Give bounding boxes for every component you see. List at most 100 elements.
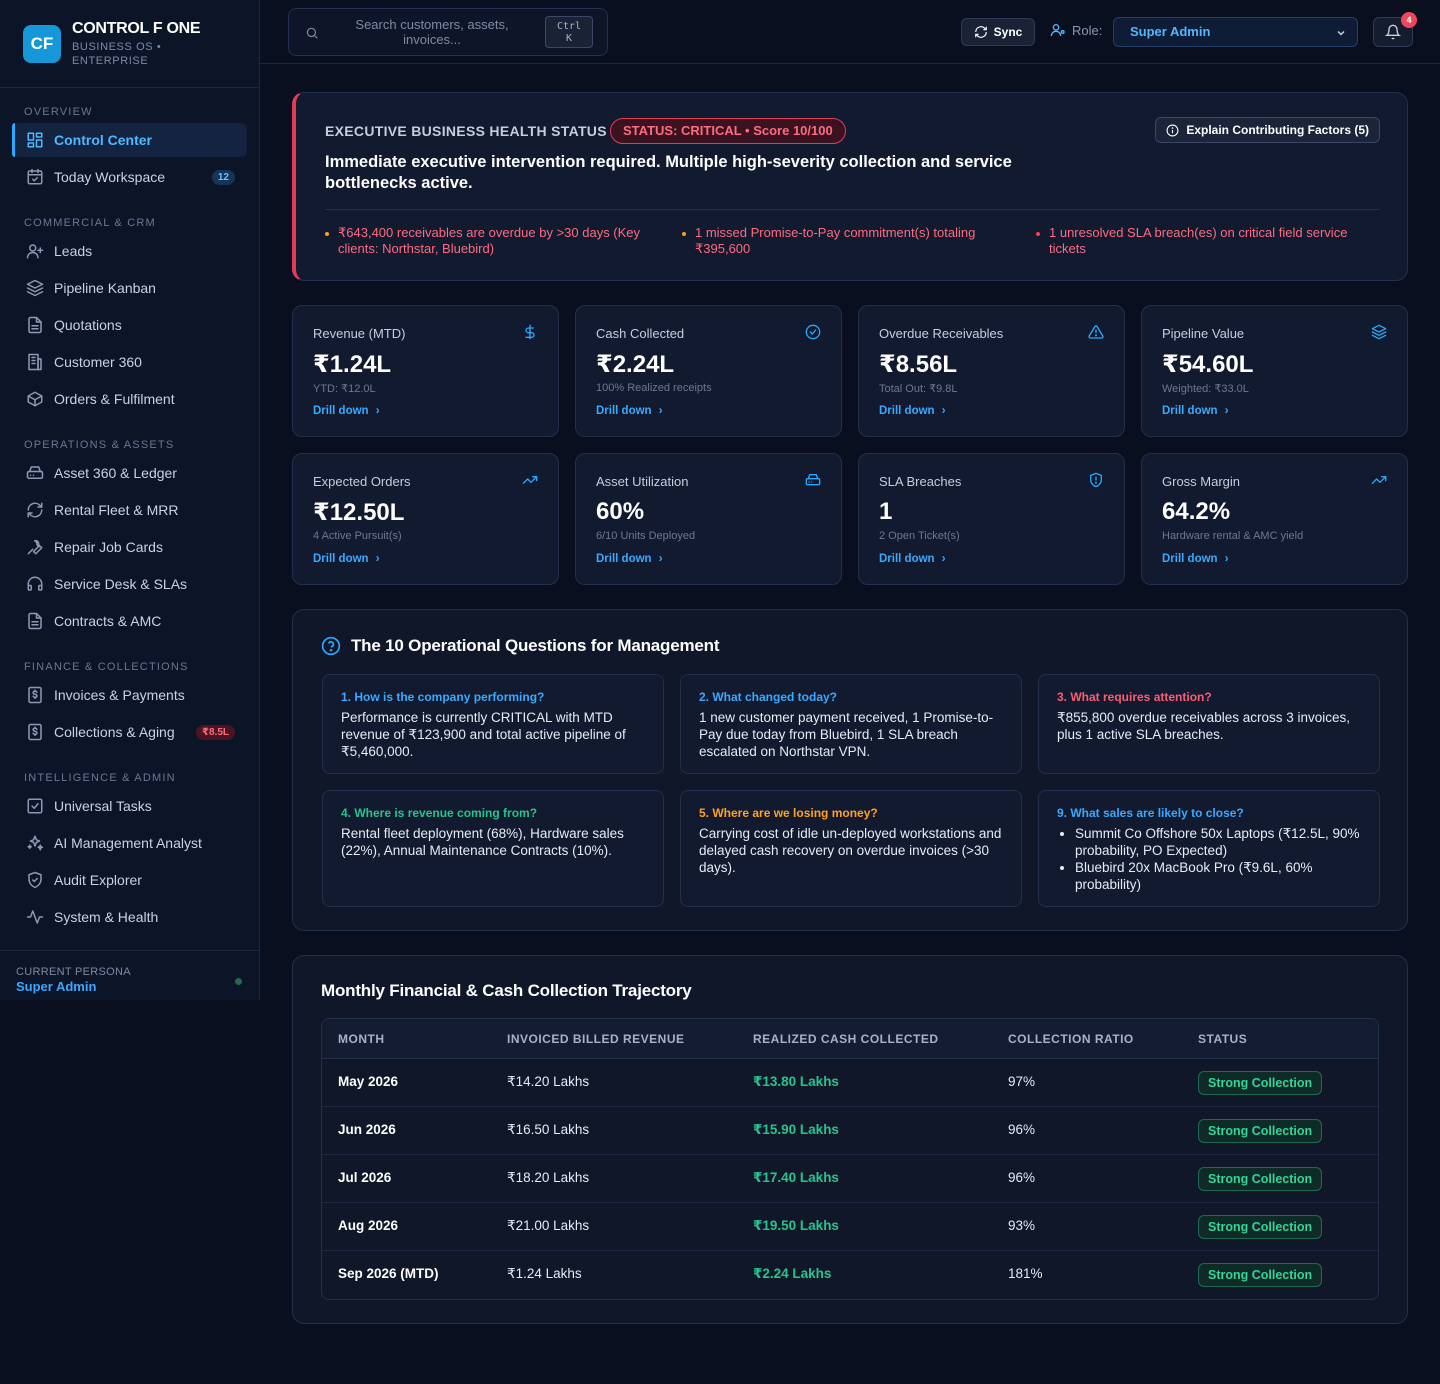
sidebar-item-service-desk-slas[interactable]: Service Desk & SLAs: [12, 567, 247, 601]
drill-down-link[interactable]: Drill down ›: [1162, 405, 1229, 417]
sidebar-item-quotations[interactable]: Quotations: [12, 308, 247, 342]
question-answer: Rental fleet deployment (68%), Hardware …: [341, 826, 624, 858]
sidebar-item-label: Customer 360: [54, 354, 142, 370]
kpi-subtext: Hardware rental & AMC yield: [1162, 530, 1304, 542]
drill-down-label: Drill down: [313, 405, 369, 417]
drill-down-label: Drill down: [1162, 405, 1218, 417]
sidebar-item-label: Repair Job Cards: [54, 539, 163, 555]
column-header-cash: REALIZED CASH COLLECTED: [753, 1032, 939, 1046]
drill-down-link[interactable]: Drill down ›: [879, 553, 946, 565]
question-answer: 1 new customer payment received, 1 Promi…: [699, 710, 994, 759]
kpi-card-asset-utilization: Asset Utilization 60% 6/10 Units Deployed D…: [575, 453, 842, 585]
sidebar-item-system-health[interactable]: System & Health: [12, 900, 247, 934]
sidebar-item-label: Collections & Aging: [54, 724, 175, 740]
divider: [325, 209, 1380, 210]
sidebar-item-universal-tasks[interactable]: Universal Tasks: [12, 789, 247, 823]
cell-collection-ratio: 96%: [1008, 1122, 1036, 1137]
kpi-label: Pipeline Value: [1162, 326, 1245, 341]
sidebar-item-leads[interactable]: Leads: [12, 234, 247, 268]
chevron-right-icon: ›: [375, 405, 380, 417]
sparkles-icon: [26, 834, 44, 852]
kpi-label: Overdue Receivables: [879, 326, 1004, 341]
check-square-icon: [26, 797, 44, 815]
drill-down-link[interactable]: Drill down ›: [313, 405, 380, 417]
brand[interactable]: CF CONTROL F ONE BUSINESS OS • ENTERPRIS…: [0, 0, 259, 88]
sidebar-item-label: Control Center: [54, 132, 152, 148]
drill-down-link[interactable]: Drill down ›: [596, 553, 663, 565]
kpi-card-gross-margin: Gross Margin 64.2% Hardware rental & AMC y…: [1141, 453, 1408, 585]
cell-month: Jul 2026: [338, 1170, 392, 1185]
explain-factors-button[interactable]: Explain Contributing Factors (5): [1155, 117, 1380, 143]
persona-label: CURRENT PERSONA: [16, 966, 131, 978]
question-heading: 4. Where is revenue coming from?: [341, 806, 538, 820]
kpi-card-cash-collected: Cash Collected ₹2.24L 100% Realized receip…: [575, 305, 842, 437]
chevron-right-icon: ›: [658, 405, 663, 417]
role-label-text: Role:: [1072, 22, 1103, 38]
sidebar-item-orders-fulfilment[interactable]: Orders & Fulfilment: [12, 382, 247, 416]
sidebar-item-invoices-payments[interactable]: Invoices & Payments: [12, 678, 247, 712]
sidebar-item-asset-360-ledger[interactable]: Asset 360 & Ledger: [12, 456, 247, 490]
question-heading: 2. What changed today?: [699, 690, 838, 704]
sidebar-item-label: System & Health: [54, 909, 159, 925]
check-circle-icon: [805, 324, 821, 340]
alert-overdue-receivables: ₹643,400 receivables are overdue by >30 …: [325, 225, 660, 257]
question-answer: Carrying cost of idle un-deployed workst…: [699, 826, 1002, 875]
sidebar-item-label: AI Management Analyst: [54, 835, 202, 851]
sidebar-item-pipeline-kanban[interactable]: Pipeline Kanban: [12, 271, 247, 305]
sidebar-item-label: Invoices & Payments: [54, 687, 185, 703]
nav-section-heading: FINANCE & COLLECTIONS: [24, 661, 189, 673]
trending-up-icon: [1371, 472, 1387, 488]
sidebar-item-contracts-amc[interactable]: Contracts & AMC: [12, 604, 247, 638]
sidebar-item-control-center[interactable]: Control Center: [12, 123, 247, 157]
drill-down-label: Drill down: [596, 553, 652, 565]
drive-icon: [805, 472, 821, 488]
role-select[interactable]: Super Admin: [1113, 17, 1358, 47]
nav-section-overview: OVERVIEW Control Center Today Workspace 12: [0, 104, 259, 194]
chevron-right-icon: ›: [375, 553, 380, 565]
kpi-value: 60%: [596, 498, 645, 525]
executive-health-status: EXECUTIVE BUSINESS HEALTH STATUS STATUS:…: [292, 92, 1408, 281]
chevron-down-icon: [1335, 19, 1347, 47]
drill-down-link[interactable]: Drill down ›: [1162, 553, 1229, 565]
drill-down-label: Drill down: [879, 405, 935, 417]
shield-icon: [26, 871, 44, 889]
sidebar-item-label: Contracts & AMC: [54, 613, 162, 629]
drill-down-link[interactable]: Drill down ›: [596, 405, 663, 417]
column-header-invoiced: INVOICED BILLED REVENUE: [507, 1032, 685, 1046]
cell-invoiced: ₹21.00 Lakhs: [507, 1218, 590, 1233]
kpi-card-revenue-mtd: Revenue (MTD) ₹1.24L YTD: ₹12.0L Drill down…: [292, 305, 559, 437]
nav-section-heading: OPERATIONS & ASSETS: [24, 439, 175, 451]
search-input[interactable]: Search customers, assets, invoices...: [339, 17, 525, 47]
sidebar-item-ai-management-analyst[interactable]: AI Management Analyst: [12, 826, 247, 860]
sidebar-item-collections-aging[interactable]: Collections & Aging ₹8.5L: [12, 715, 247, 749]
column-header-ratio: COLLECTION RATIO: [1008, 1032, 1134, 1046]
question-answer: Performance is currently CRITICAL with M…: [341, 710, 626, 759]
sidebar-item-repair-job-cards[interactable]: Repair Job Cards: [12, 530, 247, 564]
topbar: Search customers, assets, invoices... Ct…: [260, 0, 1440, 64]
drill-down-link[interactable]: Drill down ›: [313, 553, 380, 565]
drill-down-link[interactable]: Drill down ›: [879, 405, 946, 417]
sidebar-item-audit-explorer[interactable]: Audit Explorer: [12, 863, 247, 897]
trending-up-icon: [522, 472, 538, 488]
sync-button[interactable]: Sync: [961, 18, 1035, 46]
notifications-button[interactable]: 4: [1373, 12, 1417, 47]
shortcut-key-ctrl: Ctrl: [556, 21, 582, 32]
question-card: 9. What sales are likely to close? Summit…: [1038, 790, 1380, 907]
sidebar-item-customer-360[interactable]: Customer 360: [12, 345, 247, 379]
cell-collection-ratio: 93%: [1008, 1218, 1036, 1233]
cell-cash-collected: ₹2.24 Lakhs: [753, 1266, 832, 1281]
search-box[interactable]: Search customers, assets, invoices... Ct…: [288, 8, 608, 56]
cell-collection-ratio: 181%: [1008, 1266, 1043, 1281]
sidebar: CF CONTROL F ONE BUSINESS OS • ENTERPRIS…: [0, 0, 260, 1000]
sidebar-item-today-workspace[interactable]: Today Workspace 12: [12, 160, 247, 194]
bell-icon: [1385, 24, 1401, 40]
notification-count-badge: 4: [1401, 12, 1417, 28]
role-select-value: Super Admin: [1130, 24, 1211, 39]
finance-title: Monthly Financial & Cash Collection Traj…: [321, 981, 692, 1000]
layers-icon: [26, 279, 44, 297]
chevron-right-icon: ›: [1224, 553, 1229, 565]
kpi-card-sla-breaches: SLA Breaches 1 2 Open Ticket(s) Drill down …: [858, 453, 1125, 585]
drill-down-label: Drill down: [313, 553, 369, 565]
question-card: 3. What requires attention? ₹855,800 over…: [1038, 674, 1380, 774]
sidebar-item-rental-fleet-mrr[interactable]: Rental Fleet & MRR: [12, 493, 247, 527]
